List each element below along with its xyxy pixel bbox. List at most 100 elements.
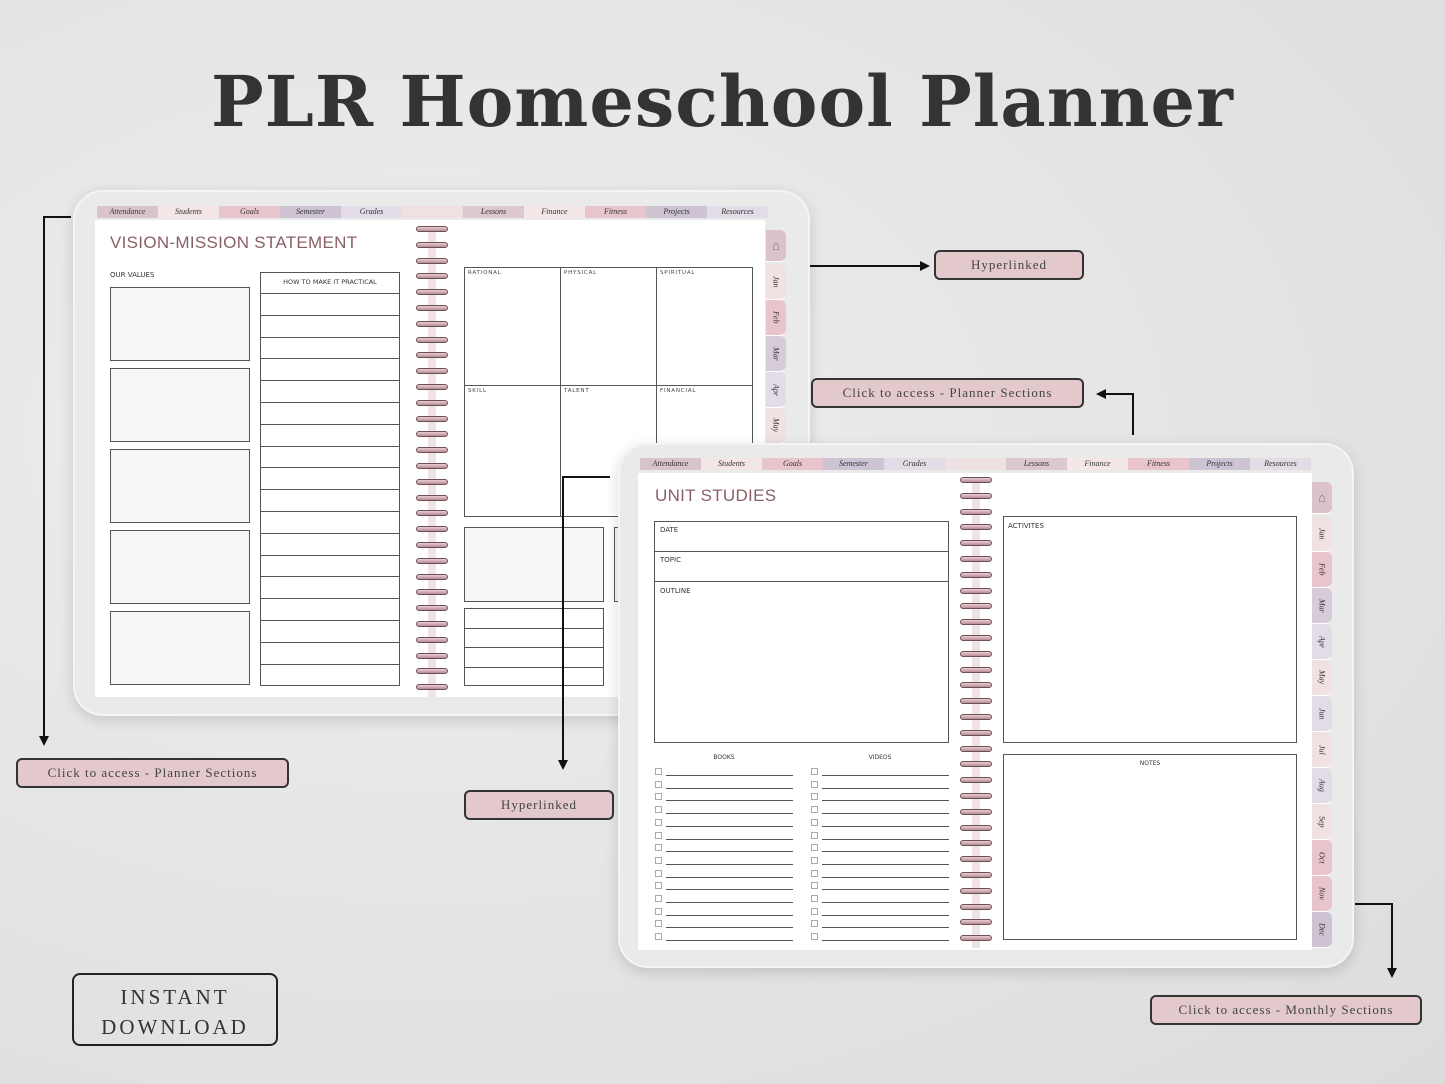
- month-tab-aug[interactable]: Aug: [1312, 768, 1332, 804]
- value-box[interactable]: [110, 611, 250, 685]
- tab-attendance[interactable]: Attendance: [640, 458, 701, 470]
- value-box[interactable]: [110, 287, 250, 361]
- spiral-ring: [416, 526, 448, 533]
- month-tab-jan[interactable]: Jan: [766, 264, 786, 300]
- outline-field[interactable]: [654, 581, 949, 743]
- table-line: [260, 554, 400, 556]
- checkbox[interactable]: [811, 869, 818, 877]
- arrow-head: [920, 261, 930, 271]
- spiral-ring: [960, 903, 992, 910]
- tab-fitness[interactable]: Fitness: [1128, 458, 1189, 470]
- checkbox[interactable]: [655, 895, 662, 902]
- checkbox[interactable]: [655, 933, 662, 941]
- checkbox[interactable]: [655, 818, 662, 826]
- tab-resources[interactable]: Resources: [707, 206, 768, 218]
- checkbox[interactable]: [655, 869, 662, 877]
- checkbox[interactable]: [655, 768, 662, 775]
- topic-field[interactable]: [654, 551, 949, 582]
- checkbox[interactable]: [811, 780, 818, 788]
- value-box[interactable]: [110, 530, 250, 604]
- checkbox[interactable]: [655, 907, 662, 915]
- month-tab-sep[interactable]: Sep: [1312, 804, 1332, 840]
- list-line: [822, 876, 949, 878]
- checkbox[interactable]: [811, 882, 818, 890]
- checkbox[interactable]: [655, 844, 662, 852]
- checkbox[interactable]: [811, 895, 818, 902]
- tab-semester[interactable]: Semester: [823, 458, 884, 470]
- tab-attendance[interactable]: Attendance: [97, 206, 158, 218]
- month-tab-feb[interactable]: Feb: [766, 300, 786, 336]
- spiral-ring: [416, 478, 448, 485]
- home-icon[interactable]: ⌂: [1312, 482, 1332, 514]
- tab-resources[interactable]: Resources: [1250, 458, 1311, 470]
- month-tab-dec[interactable]: Dec: [1312, 912, 1332, 948]
- month-tab-apr[interactable]: Apr: [1312, 624, 1332, 660]
- month-tab-jun[interactable]: Jun: [1312, 696, 1332, 732]
- table-line: [464, 666, 604, 668]
- checkbox[interactable]: [811, 831, 818, 839]
- checkbox[interactable]: [811, 806, 818, 814]
- notes-box[interactable]: [1003, 754, 1297, 940]
- tab-goals[interactable]: Goals: [219, 206, 280, 218]
- tab-finance[interactable]: Finance: [1067, 458, 1128, 470]
- month-tab-jan[interactable]: Jan: [1312, 516, 1332, 552]
- checkbox[interactable]: [655, 920, 662, 928]
- value-box[interactable]: [110, 368, 250, 442]
- tab-students[interactable]: Students: [158, 206, 219, 218]
- month-tab-mar[interactable]: Mar: [766, 336, 786, 372]
- tab-semester[interactable]: Semester: [280, 206, 341, 218]
- tab-lessons[interactable]: Lessons: [463, 206, 524, 218]
- checkbox[interactable]: [655, 882, 662, 890]
- spiral-ring: [416, 510, 448, 517]
- tab-fitness[interactable]: Fitness: [585, 206, 646, 218]
- activities-box[interactable]: [1003, 516, 1297, 743]
- tab-finance[interactable]: Finance: [524, 206, 585, 218]
- tab-lessons[interactable]: Lessons: [1006, 458, 1067, 470]
- arrow-line: [43, 216, 45, 738]
- month-tab-apr[interactable]: Apr: [766, 372, 786, 408]
- tab-goals[interactable]: Goals: [762, 458, 823, 470]
- spiral-ring: [960, 761, 992, 768]
- arrow-line: [562, 476, 564, 762]
- checkbox[interactable]: [811, 856, 818, 864]
- checkbox[interactable]: [811, 793, 818, 801]
- checkbox[interactable]: [811, 844, 818, 852]
- tab-grades[interactable]: Grades: [341, 206, 402, 218]
- tab-projects[interactable]: Projects: [646, 206, 707, 218]
- checkbox[interactable]: [655, 856, 662, 864]
- month-tab-feb[interactable]: Feb: [1312, 552, 1332, 588]
- grid-label-financial: FINANCIAL: [660, 388, 697, 394]
- checkbox[interactable]: [811, 768, 818, 775]
- month-tab-mar[interactable]: Mar: [1312, 588, 1332, 624]
- list-line: [666, 787, 793, 789]
- spiral-ring: [960, 919, 992, 926]
- tab-students[interactable]: Students: [701, 458, 762, 470]
- value-box[interactable]: [110, 449, 250, 523]
- tab-projects[interactable]: Projects: [1189, 458, 1250, 470]
- checkbox[interactable]: [655, 793, 662, 801]
- checkbox[interactable]: [655, 831, 662, 839]
- list-line: [666, 813, 793, 815]
- month-tab-nov[interactable]: Nov: [1312, 876, 1332, 912]
- spiral-ring: [416, 352, 448, 359]
- checkbox[interactable]: [655, 806, 662, 814]
- home-icon[interactable]: ⌂: [766, 230, 786, 262]
- spiral-ring: [960, 745, 992, 752]
- spiral-ring: [416, 399, 448, 406]
- checkbox[interactable]: [811, 907, 818, 915]
- list-line: [666, 863, 793, 865]
- month-tab-may[interactable]: May: [1312, 660, 1332, 696]
- grid-label-rational: RATIONAL: [468, 270, 502, 276]
- table-line: [260, 489, 400, 491]
- date-field[interactable]: [654, 521, 949, 552]
- spiral-ring: [416, 447, 448, 454]
- tab-grades[interactable]: Grades: [884, 458, 945, 470]
- checkbox[interactable]: [655, 780, 662, 788]
- spiral-ring: [960, 508, 992, 515]
- month-tab-oct[interactable]: Oct: [1312, 840, 1332, 876]
- month-tab-jul[interactable]: Jul: [1312, 732, 1332, 768]
- month-tab-may[interactable]: May: [766, 408, 786, 444]
- checkbox[interactable]: [811, 818, 818, 826]
- checkbox[interactable]: [811, 933, 818, 941]
- checkbox[interactable]: [811, 920, 818, 928]
